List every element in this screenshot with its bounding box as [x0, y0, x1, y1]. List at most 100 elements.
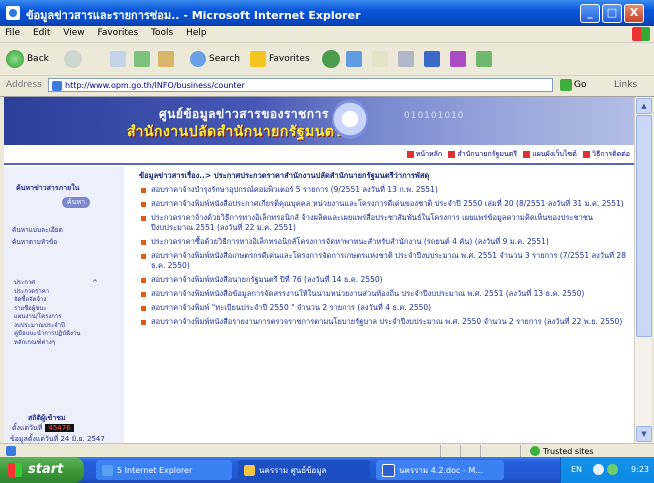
stop-button[interactable]: [110, 49, 126, 69]
links-button[interactable]: Links: [614, 80, 637, 90]
announcement-link[interactable]: สอบราคาจ้างพิมพ์หนังสือข้อมูลการจัดสรรงา…: [139, 289, 629, 299]
scroll-down-icon[interactable]: ▼: [636, 426, 652, 442]
breadcrumb: ข้อมูลข่าวสารเรื่อง..> ประกาศประกวดราคาส…: [139, 171, 430, 180]
announcement-link[interactable]: ประกวดราคาซื้อด้วยวิธีการทางอิเล็กทรอนิก…: [139, 237, 629, 247]
status-divider: [520, 445, 521, 457]
page-icon: [52, 81, 62, 91]
sidebar-menu-item[interactable]: คู่มือแนะนำการปฏิบัติงาน: [14, 330, 114, 339]
menu-view[interactable]: View: [58, 26, 89, 38]
history-button[interactable]: [346, 49, 362, 69]
discuss-button[interactable]: [450, 49, 466, 69]
language-indicator[interactable]: EN: [571, 465, 582, 474]
ie-app-icon[interactable]: [6, 6, 20, 20]
ie-window: ข้อมูลข่าวสารและรายการซ่อม.. - Microsoft…: [0, 0, 654, 483]
topic-search-link[interactable]: ค้นหาตามหัวข้อ: [12, 237, 57, 247]
refresh-button[interactable]: [134, 49, 150, 69]
sidebar-menu-item[interactable]: ประกวดราคา: [14, 288, 114, 297]
sidebar-menu-list[interactable]: ^ ประกาศ ประกวดราคา จัดซื้อจัดจ้าง รายชื…: [14, 279, 114, 347]
sidebar-menu-item[interactable]: ประกาศ: [14, 279, 114, 288]
taskbar-item-ie[interactable]: 5 Internet Explorer: [96, 460, 232, 480]
minimize-button[interactable]: _: [580, 4, 600, 23]
banner-decoration: 010101010: [404, 111, 465, 121]
status-divider: [460, 445, 461, 457]
announcement-link[interactable]: สอบราคาจ้างพิมพ์ "ทะเบียนประจำปี 2550 " …: [139, 303, 629, 313]
status-bar: Trusted sites: [0, 443, 654, 458]
history-icon: [346, 51, 362, 67]
announcement-link[interactable]: สอบราคาจ้างพิมพ์หนังสือรายงานการตรวจราชก…: [139, 317, 629, 327]
page-done-icon: [6, 446, 16, 456]
chevron-down-icon: ^: [92, 279, 98, 287]
volume-icon[interactable]: [607, 464, 618, 475]
sitemap-icon: [523, 150, 531, 158]
go-button[interactable]: Go: [560, 78, 586, 92]
announcement-link[interactable]: สอบราคาจ้างพิมพ์หนังสือประกาศเกียรติคุณบ…: [139, 199, 629, 209]
visitor-count: 45476: [45, 424, 74, 432]
edit-button[interactable]: [424, 49, 440, 69]
windows-flag-icon: [8, 463, 22, 477]
menu-help[interactable]: Help: [181, 26, 212, 38]
ie-icon: [102, 464, 113, 476]
window-title: ข้อมูลข่าวสารและรายการซ่อม.. - Microsoft…: [26, 9, 361, 22]
menu-bar: File Edit View Favorites Tools Help: [0, 26, 654, 43]
research-icon: [476, 51, 492, 67]
standard-toolbar: Back Search Favorites: [0, 43, 654, 76]
taskbar-item-folder[interactable]: นครราม ศูนย์ข้อมูล: [238, 460, 370, 480]
back-button[interactable]: Back: [6, 49, 49, 69]
search-button[interactable]: Search: [190, 49, 240, 69]
sidebar-menu-item[interactable]: หลักเกณฑ์ต่างๆ: [14, 339, 114, 348]
print-button[interactable]: [398, 49, 414, 69]
start-button[interactable]: start: [0, 457, 84, 483]
sidebar-search-button[interactable]: ค้นหา: [62, 197, 90, 208]
title-bar[interactable]: ข้อมูลข่าวสารและรายการซ่อม.. - Microsoft…: [0, 0, 654, 26]
refresh-icon: [134, 51, 150, 67]
media-button[interactable]: [322, 49, 340, 69]
print-icon: [398, 51, 414, 67]
nav-link-sitemap[interactable]: แผนผังเว็บไซต์: [532, 150, 577, 158]
maximize-button[interactable]: □: [602, 4, 622, 23]
star-icon: [250, 51, 266, 67]
nav-link-home[interactable]: หน้าหลัก: [416, 150, 442, 158]
advanced-search-link[interactable]: ค้นหาแบบละเอียด: [12, 225, 63, 235]
home-button[interactable]: [158, 49, 174, 69]
nav-link-opm[interactable]: สำนักนายกรัฐมนตรี: [457, 150, 517, 158]
forward-button[interactable]: [64, 49, 82, 69]
folder-icon: [244, 464, 255, 476]
favorites-button[interactable]: Favorites: [250, 49, 310, 69]
network-icon[interactable]: [593, 464, 604, 475]
nav-link-contact[interactable]: วิธีการติดต่อ: [592, 150, 630, 158]
clock[interactable]: 9:23: [631, 465, 649, 474]
scroll-thumb[interactable]: [636, 115, 652, 337]
close-button[interactable]: X: [624, 4, 644, 23]
announcement-link[interactable]: สอบราคาจ้างพิมพ์หนังสือเกษตรกรดีเด่นและโ…: [139, 251, 629, 271]
trusted-sites-icon: [530, 446, 540, 456]
contact-icon: [583, 150, 591, 158]
address-label: Address: [6, 80, 42, 90]
security-zone: Trusted sites: [530, 446, 594, 456]
menu-edit[interactable]: Edit: [28, 26, 55, 38]
status-divider: [480, 445, 481, 457]
left-sidebar: ค้นหาข่าวสารภายใน ค้นหา ค้นหาแบบละเอียด …: [4, 167, 124, 443]
research-button[interactable]: [476, 49, 492, 69]
menu-favorites[interactable]: Favorites: [92, 26, 143, 38]
menu-tools[interactable]: Tools: [146, 26, 178, 38]
sidebar-menu-item[interactable]: รายชื่อผู้ชนะ: [14, 305, 114, 314]
sidebar-menu-item[interactable]: งบประมาณประจำปี: [14, 322, 114, 331]
vertical-scrollbar[interactable]: ▲ ▼: [634, 97, 652, 443]
scroll-up-icon[interactable]: ▲: [636, 98, 652, 114]
menu-file[interactable]: File: [0, 26, 25, 38]
announcement-link[interactable]: ประกวดราคาจ้างด้วยวิธีการทางอิเล็กทรอนิก…: [139, 213, 629, 233]
visitor-counter: ตั้งแต่วันที่ 45476: [12, 423, 74, 434]
address-bar: Address http://www.opm.go.th/INFO/busine…: [0, 76, 654, 97]
announcement-link[interactable]: สอบราคาจ้างบำรุงรักษาอุปกรณ์คอมพิวเตอร์ …: [139, 185, 629, 195]
sidebar-menu-item[interactable]: แผนงาน/โครงการ: [14, 313, 114, 322]
sidebar-menu-item[interactable]: จัดซื้อจัดจ้าง: [14, 296, 114, 305]
search-icon: [190, 51, 206, 67]
address-input[interactable]: http://www.opm.go.th/INFO/business/count…: [48, 78, 553, 92]
mail-button[interactable]: [372, 49, 388, 69]
web-page: ศูนย์ข้อมูลข่าวสารของราชการ สำนักงานปลัด…: [4, 97, 634, 443]
media-icon: [322, 50, 340, 68]
main-content: ข้อมูลข่าวสารเรื่อง..> ประกาศประกวดราคาส…: [139, 170, 629, 331]
taskbar-item-word[interactable]: นครราม 4.2.doc - M...: [376, 460, 504, 480]
org-name-line2: สำนักงานปลัดสำนักนายกรัฐมนตรี: [127, 124, 343, 140]
announcement-link[interactable]: สอบราคาจ้างพิมพ์หนังสือนายกรัฐมนตรี ปีที…: [139, 275, 629, 285]
